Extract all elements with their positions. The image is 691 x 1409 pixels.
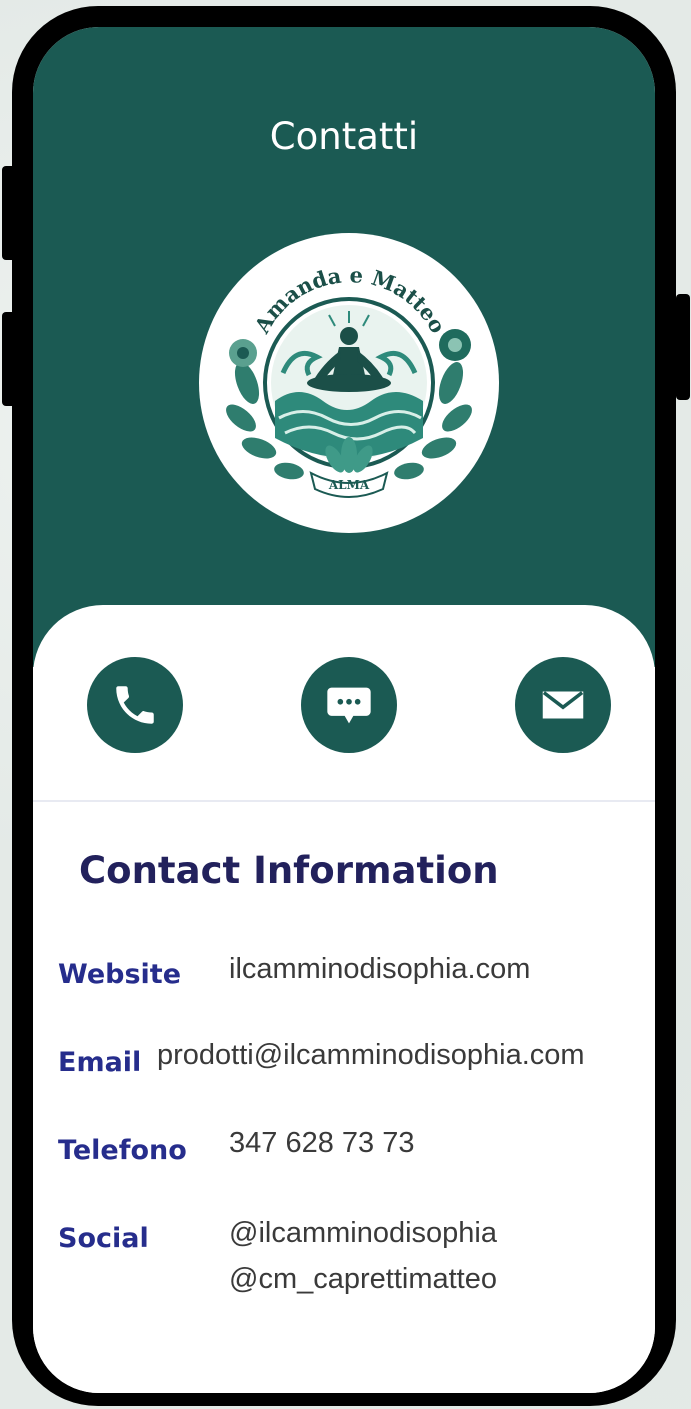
header: Contatti ALMA Amanda e Matteo [33,27,655,667]
social-link-personal[interactable]: @cm_caprettimatteo [229,1263,497,1296]
phone-icon [116,686,154,724]
chat-bubble-icon [327,687,371,724]
logo-emblem: ALMA Amanda e Matteo [226,262,472,498]
website-link[interactable]: ilcamminodisophia.com [229,953,530,986]
divider [33,800,655,802]
social-label: Social [58,1223,149,1254]
logo: ALMA Amanda e Matteo [199,233,499,533]
power-button[interactable] [676,294,690,400]
email-link[interactable]: prodotti@ilcamminodisophia.com [157,1039,585,1072]
email-label: Email [58,1047,142,1078]
phone-screen: Contatti ALMA Amanda e Matteo Contact In… [33,27,655,1393]
email-button[interactable] [515,657,611,753]
phone-frame: Contatti ALMA Amanda e Matteo Contact In… [12,6,676,1406]
phone-link[interactable]: 347 628 73 73 [229,1127,414,1160]
contact-card: Contact Information Website ilcamminodis… [33,605,655,1393]
page-title: Contatti [269,115,419,158]
section-title: Contact Information [79,849,499,892]
message-button[interactable] [301,657,397,753]
social-link-instagram[interactable]: @ilcamminodisophia [229,1217,497,1250]
call-button[interactable] [87,657,183,753]
logo-bottom-text: ALMA [328,478,370,492]
envelope-icon [542,691,584,719]
website-label: Website [58,959,182,990]
phone-label: Telefono [58,1135,187,1166]
